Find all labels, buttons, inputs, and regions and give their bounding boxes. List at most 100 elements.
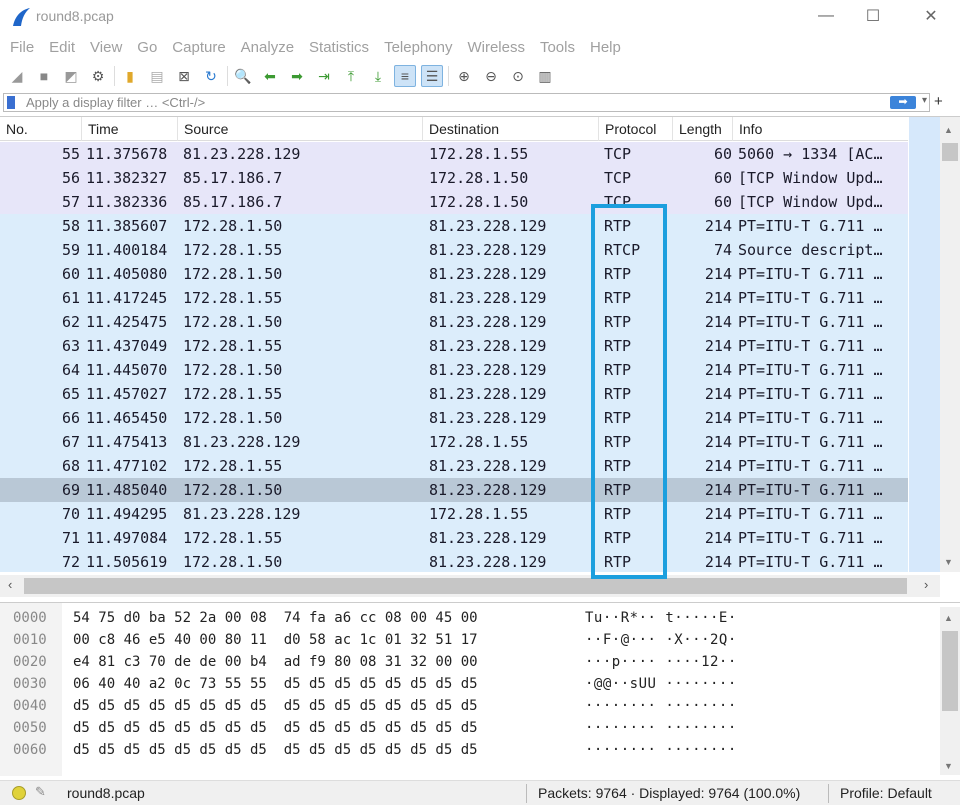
table-row[interactable]: 71 11.497084 172.28.1.55 81.23.228.129 RTP 21… xyxy=(0,526,908,550)
column-info[interactable]: Info xyxy=(733,117,908,141)
restart-capture-icon[interactable]: ◩ xyxy=(60,65,82,87)
menu-telephony[interactable]: Telephony xyxy=(384,37,452,59)
zoom-in-icon[interactable]: ⊕ xyxy=(453,65,475,87)
stop-capture-icon[interactable]: ■ xyxy=(33,65,55,87)
menu-wireless[interactable]: Wireless xyxy=(467,37,525,59)
reload-file-icon[interactable]: ↻ xyxy=(200,65,222,87)
start-capture-fin-icon[interactable]: ◢ xyxy=(6,65,28,87)
hex-ascii[interactable]: ··F·@··· ·X···2Q· xyxy=(585,629,737,651)
menu-tools[interactable]: Tools xyxy=(540,37,575,59)
filter-dropdown-icon[interactable]: ▾ xyxy=(922,95,927,106)
menu-edit[interactable]: Edit xyxy=(49,37,75,59)
hex-bytes[interactable]: 54 75 d0 ba 52 2a 00 08 74 fa a6 cc 08 0… xyxy=(73,607,478,629)
table-row[interactable]: 62 11.425475 172.28.1.50 81.23.228.129 RTP 21… xyxy=(0,310,908,334)
menu-capture[interactable]: Capture xyxy=(172,37,225,59)
apply-filter-arrow-icon[interactable]: ➡ xyxy=(890,96,916,109)
menu-file[interactable]: File xyxy=(10,37,34,59)
menu-help[interactable]: Help xyxy=(590,37,621,59)
column-source[interactable]: Source xyxy=(178,117,423,141)
add-filter-button[interactable]: + xyxy=(934,93,943,110)
table-row[interactable]: 63 11.437049 172.28.1.55 81.23.228.129 RTP 21… xyxy=(0,334,908,358)
hex-offset[interactable]: 0000 xyxy=(13,607,63,629)
scroll-left-icon[interactable]: ‹ xyxy=(8,577,12,592)
table-row[interactable]: 70 11.494295 81.23.228.129 172.28.1.55 RTP 21… xyxy=(0,502,908,526)
packet-list-vscroll[interactable]: ▲ ▼ xyxy=(940,117,960,572)
hex-offset[interactable]: 0050 xyxy=(13,717,63,739)
column-length[interactable]: Length xyxy=(673,117,733,141)
status-profile[interactable]: Profile: Default xyxy=(840,785,932,801)
close-file-icon[interactable]: ⊠ xyxy=(173,65,195,87)
capture-options-gear-icon[interactable]: ⚙ xyxy=(87,65,109,87)
hscroll-thumb[interactable] xyxy=(24,578,907,594)
hex-bytes[interactable]: d5 d5 d5 d5 d5 d5 d5 d5 d5 d5 d5 d5 d5 d… xyxy=(73,717,478,739)
table-row[interactable]: 57 11.382336 85.17.186.7 172.28.1.50 TCP 60 [T… xyxy=(0,190,908,214)
table-row[interactable]: 65 11.457027 172.28.1.55 81.23.228.129 RTP 21… xyxy=(0,382,908,406)
go-to-packet-icon[interactable]: ⇥ xyxy=(313,65,335,87)
go-forward-arrow-icon[interactable]: ➡ xyxy=(286,65,308,87)
packet-minimap[interactable] xyxy=(909,117,940,572)
zoom-out-icon[interactable]: ⊖ xyxy=(480,65,502,87)
table-row[interactable]: 64 11.445070 172.28.1.50 81.23.228.129 RTP 21… xyxy=(0,358,908,382)
table-row[interactable]: 60 11.405080 172.28.1.50 81.23.228.129 RTP 21… xyxy=(0,262,908,286)
table-row[interactable]: 56 11.382327 85.17.186.7 172.28.1.50 TCP 60 [T… xyxy=(0,166,908,190)
resize-columns-icon[interactable]: ▥ xyxy=(534,65,556,87)
scroll-thumb[interactable] xyxy=(942,143,958,161)
hex-offset[interactable]: 0010 xyxy=(13,629,63,651)
close-button[interactable]: ✕ xyxy=(908,0,954,32)
find-packet-icon[interactable]: 🔍 xyxy=(232,65,254,87)
packet-list-hscroll[interactable]: ‹ › xyxy=(0,575,940,597)
hex-ascii[interactable]: ···p···· ····12·· xyxy=(585,651,737,673)
table-row[interactable]: 58 11.385607 172.28.1.50 81.23.228.129 RTP 21… xyxy=(0,214,908,238)
go-first-packet-icon[interactable]: ⤒ xyxy=(340,65,362,87)
scroll-thumb[interactable] xyxy=(942,631,958,711)
column-no[interactable]: No. xyxy=(0,117,82,141)
hex-bytes[interactable]: 00 c8 46 e5 40 00 80 11 d0 58 ac 1c 01 3… xyxy=(73,629,478,651)
hex-offset[interactable]: 0040 xyxy=(13,695,63,717)
capture-comment-icon[interactable]: ✎ xyxy=(35,784,46,800)
scroll-up-icon[interactable]: ▲ xyxy=(944,613,953,623)
scroll-up-icon[interactable]: ▲ xyxy=(944,125,953,135)
expert-info-indicator-icon[interactable] xyxy=(12,786,26,800)
menu-statistics[interactable]: Statistics xyxy=(309,37,369,59)
table-row[interactable]: 66 11.465450 172.28.1.50 81.23.228.129 RTP 21… xyxy=(0,406,908,430)
table-row[interactable]: 72 11.505619 172.28.1.50 81.23.228.129 RTP 21… xyxy=(0,550,908,572)
auto-scroll-icon[interactable]: ≡ xyxy=(394,65,416,87)
table-row[interactable]: 67 11.475413 81.23.228.129 172.28.1.55 RTP 21… xyxy=(0,430,908,454)
maximize-button[interactable]: ☐ xyxy=(850,0,896,32)
hex-offset[interactable]: 0030 xyxy=(13,673,63,695)
go-back-arrow-icon[interactable]: ⬅ xyxy=(259,65,281,87)
hex-offset[interactable]: 0020 xyxy=(13,651,63,673)
table-row[interactable]: 59 11.400184 172.28.1.55 81.23.228.129 RTCP 7… xyxy=(0,238,908,262)
hex-offset[interactable]: 0060 xyxy=(13,739,63,761)
scroll-right-icon[interactable]: › xyxy=(924,577,928,592)
menu-analyze[interactable]: Analyze xyxy=(241,37,294,59)
hex-ascii[interactable]: ········ ········ xyxy=(585,695,737,717)
hex-bytes[interactable]: e4 81 c3 70 de de 00 b4 ad f9 80 08 31 3… xyxy=(73,651,478,673)
column-destination[interactable]: Destination xyxy=(423,117,599,141)
bookmark-icon[interactable] xyxy=(7,96,15,109)
save-file-icon[interactable]: ▤ xyxy=(146,65,168,87)
bytes-pane-vscroll[interactable]: ▲ ▼ xyxy=(940,607,960,775)
display-filter-input[interactable]: Apply a display filter … <Ctrl-/> ➡ ▾ xyxy=(3,93,930,112)
scroll-down-icon[interactable]: ▼ xyxy=(944,557,953,567)
table-row[interactable]: 55 11.375678 81.23.228.129 172.28.1.55 TCP 60… xyxy=(0,142,908,166)
menu-go[interactable]: Go xyxy=(137,37,157,59)
normal-size-icon[interactable]: ⊙ xyxy=(507,65,529,87)
hex-ascii[interactable]: ········ ········ xyxy=(585,717,737,739)
scroll-down-icon[interactable]: ▼ xyxy=(944,761,953,771)
open-file-folder-icon[interactable]: ▮ xyxy=(119,65,141,87)
table-row[interactable]: 61 11.417245 172.28.1.55 81.23.228.129 RTP 21… xyxy=(0,286,908,310)
column-protocol[interactable]: Protocol xyxy=(599,117,673,141)
hex-bytes[interactable]: 06 40 40 a2 0c 73 55 55 d5 d5 d5 d5 d5 d… xyxy=(73,673,478,695)
hex-bytes[interactable]: d5 d5 d5 d5 d5 d5 d5 d5 d5 d5 d5 d5 d5 d… xyxy=(73,695,478,717)
hex-ascii[interactable]: Tu··R*·· t·····E· xyxy=(585,607,737,629)
colorize-icon[interactable]: ☰ xyxy=(421,65,443,87)
minimize-button[interactable]: — xyxy=(803,0,849,32)
hex-ascii[interactable]: ········ ········ xyxy=(585,739,737,761)
go-last-packet-icon[interactable]: ⤓ xyxy=(367,65,389,87)
table-row[interactable]: 68 11.477102 172.28.1.55 81.23.228.129 RTP 21… xyxy=(0,454,908,478)
hex-bytes[interactable]: d5 d5 d5 d5 d5 d5 d5 d5 d5 d5 d5 d5 d5 d… xyxy=(73,739,478,761)
hex-ascii[interactable]: ·@@··sUU ········ xyxy=(585,673,737,695)
menu-view[interactable]: View xyxy=(90,37,122,59)
column-time[interactable]: Time xyxy=(82,117,178,141)
